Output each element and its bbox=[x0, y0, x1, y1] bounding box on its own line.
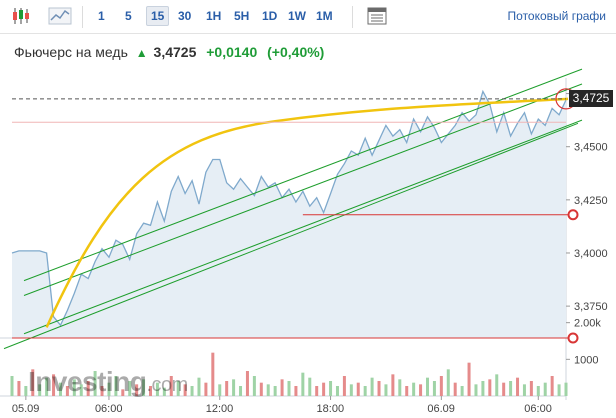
x-tick-label: 06:00 bbox=[524, 403, 552, 415]
y-tick-label: 3,4250 bbox=[574, 195, 608, 207]
volume-bar bbox=[239, 386, 243, 396]
volume-bar bbox=[315, 386, 319, 396]
x-tick-label: 05.09 bbox=[12, 403, 40, 415]
volume-tick-label: 1000 bbox=[574, 354, 598, 366]
volume-bar bbox=[370, 377, 374, 396]
volume-bar bbox=[301, 372, 305, 396]
volume-bar bbox=[259, 382, 263, 396]
y-tick-label: 3,4500 bbox=[574, 142, 608, 154]
volume-bar bbox=[294, 386, 298, 396]
volume-bar bbox=[24, 386, 28, 396]
investing-logo: Investing.com bbox=[28, 366, 188, 397]
last-price-tag: 3,4725 bbox=[569, 90, 613, 107]
volume-bar bbox=[398, 379, 402, 396]
volume-bar bbox=[280, 379, 284, 396]
support-handle bbox=[567, 209, 579, 221]
volume-bar bbox=[211, 352, 215, 396]
volume-bar bbox=[266, 384, 270, 396]
volume-bar bbox=[495, 374, 499, 396]
volume-bar bbox=[426, 377, 429, 396]
volume-bar bbox=[502, 382, 506, 396]
volume-bar bbox=[308, 377, 312, 396]
volume-bar bbox=[419, 384, 423, 396]
volume-bar bbox=[225, 381, 229, 396]
volume-bar bbox=[557, 384, 561, 396]
x-tick-label: 18:00 bbox=[317, 403, 345, 415]
volume-bar bbox=[467, 362, 471, 396]
x-tick-label: 12:00 bbox=[206, 403, 234, 415]
volume-bar bbox=[516, 377, 520, 396]
volume-bar bbox=[335, 386, 339, 396]
volume-bar bbox=[197, 377, 201, 396]
volume-bar bbox=[474, 384, 478, 396]
x-tick-label: 06.09 bbox=[427, 403, 455, 415]
volume-bar bbox=[522, 384, 526, 396]
volume-bar bbox=[273, 386, 277, 396]
volume-bar bbox=[543, 382, 547, 396]
volume-bar bbox=[329, 381, 333, 396]
volume-bar bbox=[564, 382, 568, 396]
volume-bar bbox=[536, 386, 540, 396]
volume-bar bbox=[287, 381, 291, 396]
volume-bar bbox=[363, 386, 367, 396]
volume-bar bbox=[10, 376, 14, 396]
volume-bar bbox=[17, 381, 21, 396]
volume-bar bbox=[460, 386, 464, 396]
volume-bar bbox=[218, 384, 222, 396]
volume-bar bbox=[232, 379, 236, 396]
volume-bar bbox=[342, 376, 346, 396]
volume-bar bbox=[356, 382, 360, 396]
volume-bar bbox=[204, 382, 208, 396]
support-handle bbox=[567, 332, 579, 344]
volume-bar bbox=[322, 382, 326, 396]
volume-bar bbox=[384, 384, 388, 396]
volume-bar bbox=[550, 376, 554, 396]
y-tick-label: 3,3750 bbox=[574, 301, 608, 313]
x-tick-label: 06:00 bbox=[95, 403, 123, 415]
volume-bar bbox=[446, 369, 450, 396]
volume-bar bbox=[481, 381, 485, 396]
volume-bar bbox=[391, 374, 395, 396]
volume-bar bbox=[245, 371, 249, 396]
volume-tick-label: 2.00k bbox=[574, 318, 601, 330]
volume-bar bbox=[432, 381, 436, 396]
volume-bar bbox=[190, 386, 194, 396]
volume-bar bbox=[529, 381, 533, 396]
volume-bar bbox=[488, 379, 492, 396]
volume-bar bbox=[405, 386, 409, 396]
volume-bar bbox=[377, 381, 381, 396]
volume-bar bbox=[252, 376, 256, 396]
volume-bar bbox=[349, 384, 353, 396]
volume-bar bbox=[453, 382, 457, 396]
volume-bar bbox=[412, 382, 416, 396]
price-chart[interactable]: 3,47503,45003,42503,40003,3750 05.0906:0… bbox=[0, 0, 616, 418]
y-tick-label: 3,4000 bbox=[574, 248, 608, 260]
volume-bar bbox=[439, 376, 443, 396]
volume-bar bbox=[509, 381, 513, 396]
